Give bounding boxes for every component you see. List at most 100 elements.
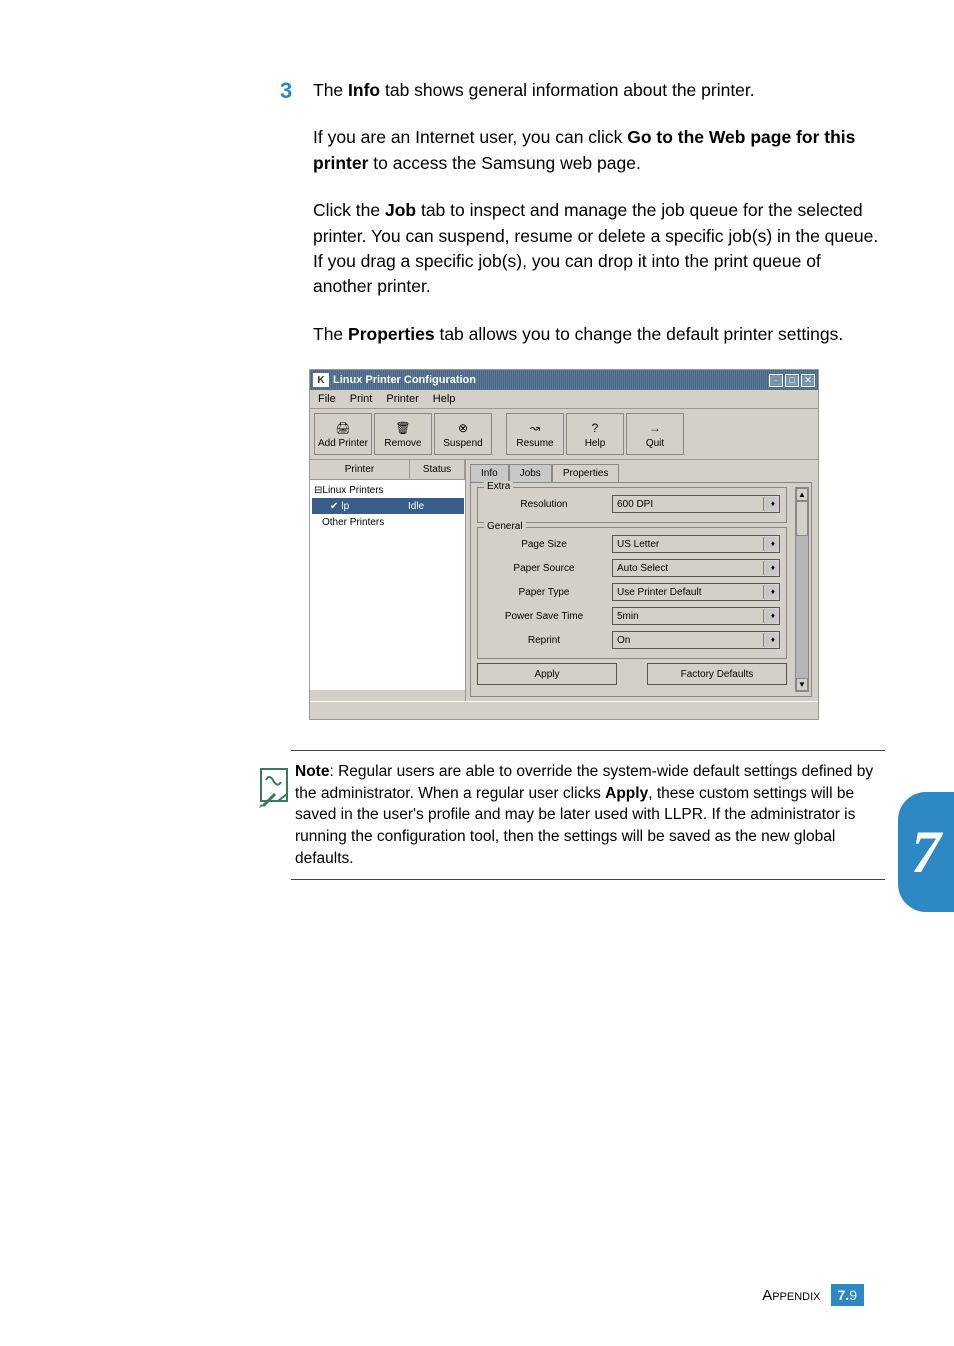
tree-row-selected[interactable]: ✔lp Idle <box>312 498 464 514</box>
value: US Letter <box>617 539 659 550</box>
menu-help[interactable]: Help <box>433 393 456 405</box>
value: Auto Select <box>617 563 668 574</box>
paper-source-select[interactable]: Auto Select♦ <box>612 559 780 577</box>
page-footer: Appendix 7.9 <box>762 1284 864 1306</box>
paragraph-web-page: If you are an Internet user, you can cli… <box>313 125 880 176</box>
scrollbar[interactable]: ▲ ▼ <box>795 487 809 692</box>
col-status[interactable]: Status <box>410 460 465 479</box>
value: 600 DPI <box>617 499 653 510</box>
paper-type-select[interactable]: Use Printer Default♦ <box>612 583 780 601</box>
remove-button[interactable]: 🗑 Remove <box>374 413 432 455</box>
tree-body[interactable]: ⊟ Linux Printers ✔lp Idle Other Printers <box>310 480 465 690</box>
step-number: 3 <box>280 78 292 104</box>
text: tab allows you to change the default pri… <box>435 324 844 344</box>
add-printer-button[interactable]: 🖨Add Printer <box>314 413 372 455</box>
power-save-label: Power Save Time <box>484 611 604 622</box>
menu-print[interactable]: Print <box>350 393 373 405</box>
tree-row-root[interactable]: ⊟ Linux Printers <box>312 482 463 498</box>
check-icon: ✔ <box>330 501 338 512</box>
label: Linux Printers <box>322 485 383 496</box>
paper-type-label: Paper Type <box>484 587 604 598</box>
status-bar <box>310 701 818 719</box>
resolution-select[interactable]: 600 DPI♦ <box>612 495 780 513</box>
label: Help <box>585 438 606 449</box>
label: Suspend <box>443 438 482 449</box>
resolution-label: Resolution <box>484 499 604 510</box>
label: Quit <box>646 438 664 449</box>
power-save-select[interactable]: 5min♦ <box>612 607 780 625</box>
resume-button[interactable]: ↝ Resume <box>506 413 564 455</box>
factory-defaults-button[interactable]: Factory Defaults <box>647 663 787 685</box>
tree-row-other[interactable]: Other Printers <box>312 514 463 530</box>
appendix-label: Appendix <box>762 1287 820 1304</box>
close-button[interactable]: ✕ <box>801 374 815 387</box>
text: If you are an Internet user, you can cli… <box>313 127 627 147</box>
note-text: Note: Regular users are able to override… <box>295 761 881 869</box>
extra-group: Extra Resolution 600 DPI♦ <box>477 487 787 523</box>
label: Add Printer <box>318 438 368 449</box>
page-size-label: Page Size <box>484 539 604 550</box>
page-num: 9 <box>849 1287 857 1303</box>
help-icon: ? <box>592 420 599 436</box>
text: tab shows general information about the … <box>380 80 755 100</box>
bold-properties: Properties <box>348 324 435 344</box>
extra-group-title: Extra <box>484 481 513 492</box>
scroll-up-icon[interactable]: ▲ <box>796 488 808 501</box>
bold-apply: Apply <box>605 785 648 802</box>
help-button[interactable]: ? Help <box>566 413 624 455</box>
quit-button[interactable]: → Quit <box>626 413 684 455</box>
properties-panel: ▲ ▼ Extra Resolution 600 DPI♦ <box>470 482 812 697</box>
minimize-button[interactable]: · <box>769 374 783 387</box>
reprint-label: Reprint <box>484 635 604 646</box>
text: to access the Samsung web page. <box>368 153 640 173</box>
trash-icon: 🗑 <box>395 420 410 436</box>
scroll-thumb[interactable] <box>796 501 808 536</box>
k-icon: K <box>313 373 329 387</box>
label: lp <box>341 501 349 512</box>
text: Click the <box>313 200 385 220</box>
bold-job: Job <box>385 200 416 220</box>
tabs: Info Jobs Properties <box>470 464 812 482</box>
paragraph-properties-tab: The Properties tab allows you to change … <box>313 322 880 347</box>
window-title: Linux Printer Configuration <box>333 374 476 386</box>
chapter-number: 7 <box>911 818 941 887</box>
tab-jobs[interactable]: Jobs <box>509 464 552 482</box>
right-pane: Info Jobs Properties ▲ ▼ Extra <box>466 460 818 701</box>
scroll-down-icon[interactable]: ▼ <box>796 678 808 691</box>
value: On <box>617 635 630 646</box>
text: The <box>313 80 348 100</box>
chapter: 7. <box>838 1287 850 1303</box>
chapter-tab: 7 <box>898 792 954 912</box>
col-printer[interactable]: Printer <box>310 460 410 479</box>
suspend-button[interactable]: ⊗Suspend <box>434 413 492 455</box>
text: The <box>313 324 348 344</box>
bold-info: Info <box>348 80 380 100</box>
value: 5min <box>617 611 639 622</box>
tab-info[interactable]: Info <box>470 464 509 482</box>
page-size-select[interactable]: US Letter♦ <box>612 535 780 553</box>
quit-icon: → <box>649 420 661 436</box>
tab-properties[interactable]: Properties <box>552 464 620 482</box>
label: Remove <box>384 438 421 449</box>
toolbar: 🖨Add Printer 🗑 Remove ⊗Suspend ↝ Resume ? H… <box>310 409 818 460</box>
paragraph-job-tab: Click the Job tab to inspect and manage … <box>313 198 880 300</box>
status-label: Idle <box>408 501 464 512</box>
maximize-button[interactable]: □ <box>785 374 799 387</box>
note-box: Note: Regular users are able to override… <box>291 750 885 880</box>
menu-file[interactable]: File <box>318 393 336 405</box>
paper-source-label: Paper Source <box>484 563 604 574</box>
note-label: Note <box>295 763 329 780</box>
window-titlebar[interactable]: K Linux Printer Configuration · □ ✕ <box>310 370 818 390</box>
general-group: General Page Size US Letter♦ Paper Sourc… <box>477 527 787 659</box>
page-badge: 7.9 <box>831 1284 864 1306</box>
label: Other Printers <box>322 517 384 528</box>
general-group-title: General <box>484 521 526 532</box>
reprint-select[interactable]: On♦ <box>612 631 780 649</box>
apply-button[interactable]: Apply <box>477 663 617 685</box>
tree-header: Printer Status <box>310 460 465 480</box>
menubar: File Print Printer Help <box>310 390 818 409</box>
label: Resume <box>516 438 553 449</box>
printer-tree-pane: Printer Status ⊟ Linux Printers ✔lp Idle… <box>310 460 466 701</box>
menu-printer[interactable]: Printer <box>386 393 418 405</box>
resume-icon: ↝ <box>530 420 540 436</box>
